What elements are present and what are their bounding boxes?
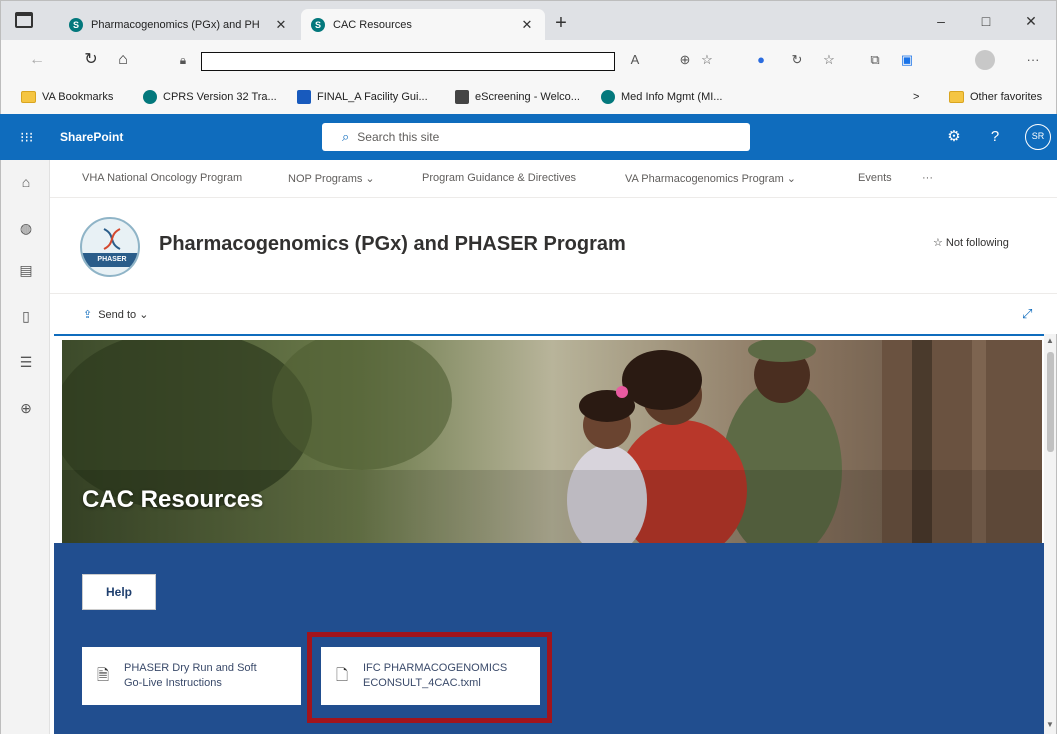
share-icon: ⇪ <box>83 309 93 321</box>
tab-label: Pharmacogenomics (PGx) and PH <box>91 19 260 31</box>
files-icon[interactable]: ▯ <box>16 306 36 326</box>
highlight-box <box>307 632 552 723</box>
help-icon[interactable]: ? <box>985 127 1005 147</box>
scroll-up-icon[interactable]: ▲ <box>1046 336 1054 345</box>
read-aloud-icon[interactable]: A <box>625 50 645 70</box>
extension-icon[interactable]: ● <box>751 50 771 70</box>
follow-button[interactable]: ☆ Not following <box>933 236 1009 249</box>
globe-icon[interactable]: ◍ <box>16 218 36 238</box>
refresh-extension-icon[interactable]: ↻ <box>787 50 807 70</box>
favorite-med-info[interactable]: Med Info Mgmt (MI... <box>601 89 722 105</box>
file-name-line2: Go-Live Instructions <box>124 677 222 689</box>
more-menu-icon[interactable]: ··· <box>1023 50 1043 70</box>
quick-links-section: Help 🗎 PHASER Dry Run and Soft Go-Live I… <box>54 543 1044 734</box>
folder-icon <box>949 91 964 103</box>
hub-nav-nop-programs[interactable]: NOP Programs ⌄ <box>288 172 375 185</box>
favorites-bar: VA Bookmarks CPRS Version 32 Tra... FINA… <box>0 80 1057 114</box>
hub-nav-national-oncology[interactable]: VHA National Oncology Program <box>82 172 242 184</box>
browser-tab-strip: Pharmacogenomics (PGx) and PH ✕ CAC Reso… <box>0 0 1057 41</box>
sharepoint-icon <box>143 90 157 104</box>
word-icon <box>297 90 311 104</box>
send-to-button[interactable]: ⇪ Send to ⌄ <box>83 308 148 321</box>
site-logo[interactable]: PHASER <box>80 217 140 277</box>
lists-icon[interactable]: ☰ <box>16 352 36 372</box>
hub-nav-program-guidance[interactable]: Program Guidance & Directives <box>422 172 576 184</box>
sharepoint-icon <box>311 18 325 32</box>
other-favorites[interactable]: Other favorites <box>949 89 1042 105</box>
favorite-va-bookmarks[interactable]: VA Bookmarks <box>21 89 113 105</box>
folder-icon <box>21 91 36 103</box>
collections-icon[interactable]: ⧉ <box>865 50 885 70</box>
back-arrow-icon[interactable]: ← <box>27 50 47 70</box>
close-tab-icon[interactable]: ✕ <box>273 17 289 33</box>
hub-nav-more[interactable]: ··· <box>922 172 933 184</box>
app-icon <box>455 90 469 104</box>
favorite-escreening[interactable]: eScreening - Welco... <box>455 89 580 105</box>
file-name-line1: PHASER Dry Run and Soft <box>124 662 257 674</box>
logo-text: PHASER <box>82 253 138 267</box>
scrollbar-thumb[interactable] <box>1047 352 1054 452</box>
sharepoint-icon <box>69 18 83 32</box>
user-avatar[interactable]: SR <box>1025 124 1051 150</box>
app-launcher-icon[interactable]: ⁝⁝⁝ <box>20 129 36 145</box>
new-tab-button[interactable]: + <box>551 13 571 33</box>
refresh-icon[interactable]: ↻ <box>81 50 101 70</box>
sharepoint-suite-bar: ⁝⁝⁝ SharePoint ⌕ Search this site ⚙ ? SR <box>0 114 1057 160</box>
close-window-button[interactable]: ✕ <box>1011 9 1051 33</box>
hub-nav-va-pgx-program[interactable]: VA Pharmacogenomics Program ⌄ <box>625 172 796 185</box>
home-icon[interactable]: ⌂ <box>113 50 133 70</box>
favorite-cprs[interactable]: CPRS Version 32 Tra... <box>143 89 277 105</box>
address-bar[interactable] <box>201 52 615 71</box>
site-title[interactable]: Pharmacogenomics (PGx) and PHASER Progra… <box>159 233 626 256</box>
command-bar: ⇪ Send to ⌄ ⤢ <box>50 294 1057 334</box>
site-header: PHASER Pharmacogenomics (PGx) and PHASER… <box>50 198 1057 294</box>
minimize-button[interactable]: – <box>921 9 961 33</box>
scroll-down-icon[interactable]: ▼ <box>1046 720 1054 729</box>
expand-icon[interactable]: ⤢ <box>1022 306 1032 322</box>
app-bar-rail: ⌂ ◍ ▤ ▯ ☰ ⊕ <box>0 160 50 734</box>
favorites-overflow-button[interactable]: > <box>913 89 919 105</box>
tab-actions-icon[interactable] <box>15 12 33 28</box>
page-scrollbar[interactable]: ▲ ▼ <box>1044 334 1057 734</box>
help-button[interactable]: Help <box>82 574 156 610</box>
page-canvas: CAC Resources Help 🗎 PHASER Dry Run and … <box>54 334 1044 734</box>
maximize-button[interactable]: □ <box>966 9 1006 33</box>
hero-banner: CAC Resources <box>62 340 1042 543</box>
add-favorite-icon[interactable]: ☆ <box>697 50 717 70</box>
file-link-phaser-dry-run[interactable]: 🗎 PHASER Dry Run and Soft Go-Live Instru… <box>82 647 301 705</box>
search-placeholder: Search this site <box>357 130 440 144</box>
news-icon[interactable]: ▤ <box>16 260 36 280</box>
favorites-icon[interactable]: ☆ <box>819 50 839 70</box>
tab-label: CAC Resources <box>333 19 412 31</box>
document-icon: 🗎 <box>96 667 110 684</box>
sharepoint-brand[interactable]: SharePoint <box>60 130 123 144</box>
site-search-input[interactable]: ⌕ Search this site <box>322 123 750 151</box>
close-tab-icon[interactable]: ✕ <box>519 17 535 33</box>
hub-navigation: VHA National Oncology Program NOP Progra… <box>50 160 1057 198</box>
dna-icon <box>103 228 121 250</box>
browser-essentials-icon[interactable]: ▣ <box>897 50 917 70</box>
home-icon[interactable]: ⌂ <box>16 172 36 192</box>
profile-avatar[interactable] <box>975 50 995 70</box>
browser-tab-cac[interactable]: CAC Resources ✕ <box>301 9 545 41</box>
settings-gear-icon[interactable]: ⚙ <box>944 127 964 147</box>
browser-tab-pgx[interactable]: Pharmacogenomics (PGx) and PH ✕ <box>59 9 299 41</box>
hub-nav-events[interactable]: Events <box>858 172 892 184</box>
lock-icon[interactable]: 🔒︎ <box>173 50 193 70</box>
search-icon: ⌕ <box>342 129 350 144</box>
sharepoint-icon <box>601 90 615 104</box>
favorite-final-a[interactable]: FINAL_A Facility Gui... <box>297 89 428 105</box>
hero-title: CAC Resources <box>82 486 264 513</box>
browser-toolbar: ← ↻ ⌂ 🔒︎ A ⊕ ☆ ● ↻ ☆ ⧉ ▣ ··· <box>0 40 1057 80</box>
zoom-icon[interactable]: ⊕ <box>675 50 695 70</box>
create-icon[interactable]: ⊕ <box>16 398 36 418</box>
